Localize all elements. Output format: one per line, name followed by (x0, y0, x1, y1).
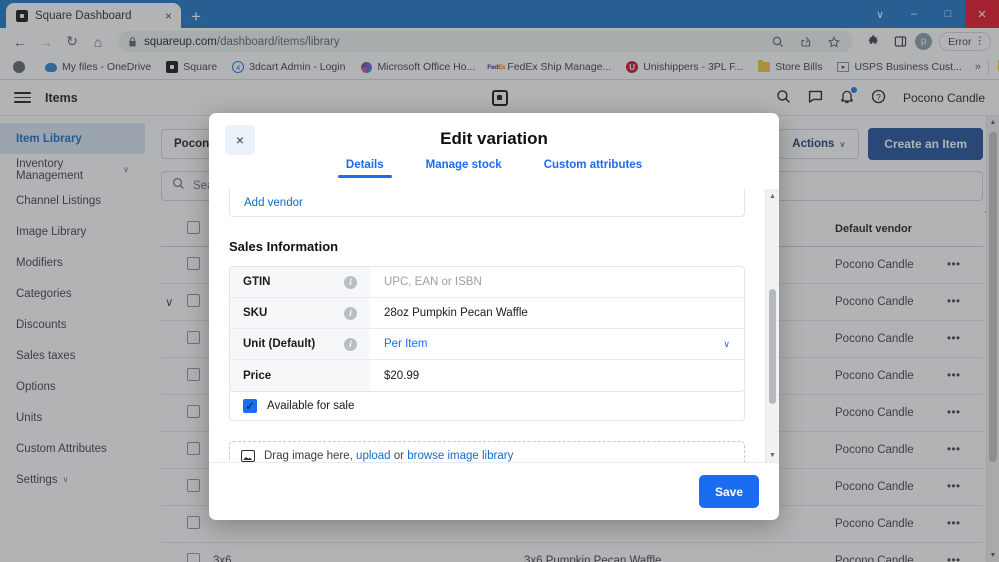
modal-footer: Save (209, 462, 779, 520)
unit-label: Unit (Default) (243, 338, 315, 350)
sales-information-heading: Sales Information (229, 239, 745, 254)
modal-title: Edit variation (209, 113, 779, 149)
dropzone-text-middle: or (391, 450, 408, 462)
image-icon (241, 450, 255, 462)
scroll-down-icon[interactable]: ▼ (766, 448, 779, 462)
add-vendor-link[interactable]: Add vendor (244, 197, 303, 209)
gtin-row: GTIN i UPC, EAN or ISBN (230, 267, 744, 298)
unit-row: Unit (Default) i Per Item ∨ (230, 329, 744, 360)
modal-scroll-area: Add vendor Sales Information GTIN i UPC,… (209, 189, 765, 462)
modal-header: × Edit variation Details Manage stock Cu… (209, 113, 779, 189)
tab-custom-attributes[interactable]: Custom attributes (544, 159, 642, 178)
unit-value: Per Item (384, 338, 427, 350)
vendor-section: Add vendor (229, 189, 745, 217)
unit-select[interactable]: Per Item ∨ (370, 329, 744, 359)
gtin-label-cell: GTIN i (230, 267, 370, 297)
modal-body: Add vendor Sales Information GTIN i UPC,… (209, 189, 779, 462)
sku-label-cell: SKU i (230, 298, 370, 328)
info-icon[interactable]: i (344, 307, 357, 320)
chevron-down-icon: ∨ (723, 339, 730, 350)
price-input[interactable]: $20.99 (370, 360, 744, 391)
modal-scrollbar[interactable]: ▲ ▼ (765, 189, 779, 462)
save-button[interactable]: Save (699, 475, 759, 508)
browser-window: Square Dashboard × + ∨ – □ ✕ ← → ↻ ⌂ squ… (0, 0, 999, 562)
close-icon[interactable]: × (225, 125, 255, 155)
price-label-cell: Price (230, 360, 370, 391)
info-icon[interactable]: i (344, 338, 357, 351)
sku-input[interactable]: 28oz Pumpkin Pecan Waffle (370, 298, 744, 328)
scroll-up-icon[interactable]: ▲ (766, 189, 779, 203)
unit-label-cell: Unit (Default) i (230, 329, 370, 359)
edit-variation-modal: × Edit variation Details Manage stock Cu… (209, 113, 779, 520)
image-dropzone[interactable]: Drag image here, upload or browse image … (229, 441, 745, 462)
tab-details[interactable]: Details (346, 159, 384, 178)
sales-information-form: GTIN i UPC, EAN or ISBN SKU i 28oz Pumpk… (229, 266, 745, 392)
upload-link[interactable]: upload (356, 450, 391, 462)
price-row: Price $20.99 (230, 360, 744, 391)
available-for-sale-label: Available for sale (267, 400, 354, 412)
sku-row: SKU i 28oz Pumpkin Pecan Waffle (230, 298, 744, 329)
tab-manage-stock[interactable]: Manage stock (426, 159, 502, 178)
dropzone-text: Drag image here, upload or browse image … (264, 450, 513, 462)
gtin-label: GTIN (243, 276, 270, 288)
sku-label: SKU (243, 307, 267, 319)
info-icon[interactable]: i (344, 276, 357, 289)
browse-image-library-link[interactable]: browse image library (407, 450, 513, 462)
dropzone-text-before: Drag image here, (264, 450, 356, 462)
gtin-input[interactable]: UPC, EAN or ISBN (370, 267, 744, 297)
available-for-sale-checkbox[interactable]: ✓ (243, 399, 257, 413)
scrollbar-thumb[interactable] (769, 289, 776, 404)
available-for-sale-row[interactable]: ✓ Available for sale (229, 391, 745, 421)
price-label: Price (243, 370, 271, 382)
modal-tabs: Details Manage stock Custom attributes (209, 159, 779, 178)
